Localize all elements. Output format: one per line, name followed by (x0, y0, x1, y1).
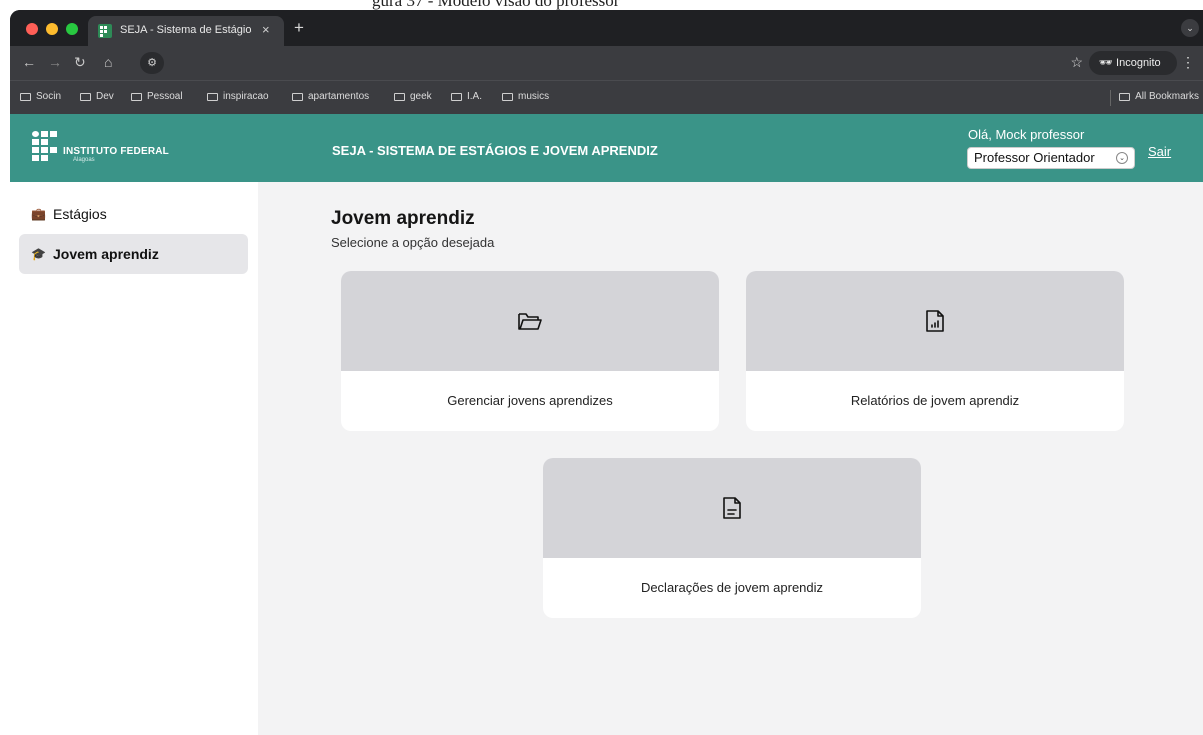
browser-menu-icon[interactable]: ⋮ (1181, 54, 1195, 71)
maximize-window-button[interactable] (66, 23, 78, 35)
sidebar-item-estagios[interactable]: 💼 Estágios (19, 194, 248, 234)
bookmark-folder[interactable]: musics (502, 91, 549, 102)
sidebar-item-jovem-aprendiz[interactable]: 🎓 Jovem aprendiz (19, 234, 248, 274)
folder-icon (451, 92, 462, 101)
user-greeting: Olá, Mock professor (968, 127, 1085, 142)
bookmark-folder[interactable]: geek (394, 91, 432, 102)
folder-icon (1119, 92, 1131, 101)
forward-icon[interactable]: → (48, 54, 62, 70)
card-label: Gerenciar jovens aprendizes (447, 393, 613, 408)
logout-link[interactable]: Sair (1148, 144, 1171, 159)
logo-grid-icon (32, 131, 60, 161)
incognito-indicator[interactable]: 🕶 Incognito (1089, 51, 1177, 75)
bookmarks-bar: Socin Dev Pessoal inspiracao apartamento… (10, 80, 1203, 114)
folder-icon (394, 92, 405, 101)
logo-text: INSTITUTO FEDERAL (63, 146, 169, 157)
browser-toolbar: ← → ↻ ⌂ ⚙ ☆ 🕶 Incognito ⋮ (10, 46, 1203, 80)
sidebar-item-label: Jovem aprendiz (53, 246, 159, 262)
sidebar-item-label: Estágios (53, 206, 107, 222)
app-title: SEJA - SISTEMA DE ESTÁGIOS E JOVEM APREN… (332, 143, 658, 158)
folder-icon (20, 92, 31, 101)
bookmark-star-icon[interactable]: ☆ (1070, 54, 1083, 71)
card-label: Relatórios de jovem aprendiz (850, 393, 1020, 408)
role-select-value: Professor Orientador (974, 150, 1095, 165)
card-header (543, 458, 921, 558)
file-text-icon (723, 497, 741, 519)
incognito-icon: 🕶 (1099, 57, 1117, 69)
card-gerenciar-jovens[interactable]: Gerenciar jovens aprendizes (341, 271, 719, 431)
card-header (746, 271, 1124, 371)
bookmark-folder[interactable]: inspiracao (207, 91, 269, 102)
folder-icon (502, 92, 513, 101)
bookmark-folder[interactable]: apartamentos (292, 91, 369, 102)
web-page: INSTITUTO FEDERAL Alagoas SEJA - SISTEMA… (10, 114, 1203, 735)
close-window-button[interactable] (26, 23, 38, 35)
file-chart-icon (926, 310, 944, 332)
chevron-down-icon: ⌄ (1116, 152, 1128, 164)
card-label: Declarações de jovem aprendiz (640, 580, 824, 595)
folder-open-icon (518, 313, 542, 330)
sidebar: 💼 Estágios 🎓 Jovem aprendiz (10, 182, 258, 735)
briefcase-icon: 💼 (31, 207, 46, 221)
minimize-window-button[interactable] (46, 23, 58, 35)
app-header: INSTITUTO FEDERAL Alagoas SEJA - SISTEMA… (10, 114, 1203, 182)
institute-logo[interactable]: INSTITUTO FEDERAL Alagoas (32, 131, 182, 167)
role-select[interactable]: Professor Orientador ⌄ (967, 147, 1135, 169)
all-bookmarks-button[interactable]: All Bookmarks (1119, 91, 1199, 102)
bookmark-folder[interactable]: Pessoal (131, 91, 183, 102)
figure-caption: gura 37 - Modelo visão do professor (0, 0, 1203, 10)
site-info-icon[interactable]: ⚙ (140, 52, 164, 74)
graduation-cap-icon: 🎓 (31, 247, 46, 261)
browser-tab[interactable]: SEJA - Sistema de Estágios e × (88, 16, 284, 46)
bookmark-folder[interactable]: I.A. (451, 91, 482, 102)
bookmarks-divider (1110, 90, 1111, 106)
folder-icon (80, 92, 91, 101)
browser-window: SEJA - Sistema de Estágios e × + ⌄ ← → ↻… (10, 10, 1203, 735)
tab-close-icon[interactable]: × (262, 22, 270, 37)
folder-icon (207, 92, 218, 101)
figure-caption-text: gura 37 - Modelo visão do professor (372, 0, 620, 10)
card-declaracoes[interactable]: Declarações de jovem aprendiz (543, 458, 921, 618)
home-icon[interactable]: ⌂ (104, 54, 112, 70)
card-header (341, 271, 719, 371)
card-relatorios[interactable]: Relatórios de jovem aprendiz (746, 271, 1124, 431)
bookmark-folder[interactable]: Dev (80, 91, 114, 102)
page-subtitle: Selecione a opção desejada (331, 235, 495, 250)
tab-search-icon[interactable]: ⌄ (1181, 19, 1199, 37)
folder-icon (131, 92, 142, 101)
folder-icon (292, 92, 303, 101)
new-tab-button[interactable]: + (294, 18, 304, 38)
incognito-label: Incognito (1116, 57, 1161, 69)
browser-tab-bar: SEJA - Sistema de Estágios e × + ⌄ (10, 10, 1203, 46)
page-title: Jovem aprendiz (331, 208, 475, 229)
logo-subtext: Alagoas (73, 157, 95, 163)
back-icon[interactable]: ← (22, 54, 36, 70)
bookmark-folder[interactable]: Socin (20, 91, 61, 102)
favicon-icon (98, 24, 112, 38)
reload-icon[interactable]: ↻ (74, 54, 86, 71)
tab-title: SEJA - Sistema de Estágios e (120, 24, 252, 36)
